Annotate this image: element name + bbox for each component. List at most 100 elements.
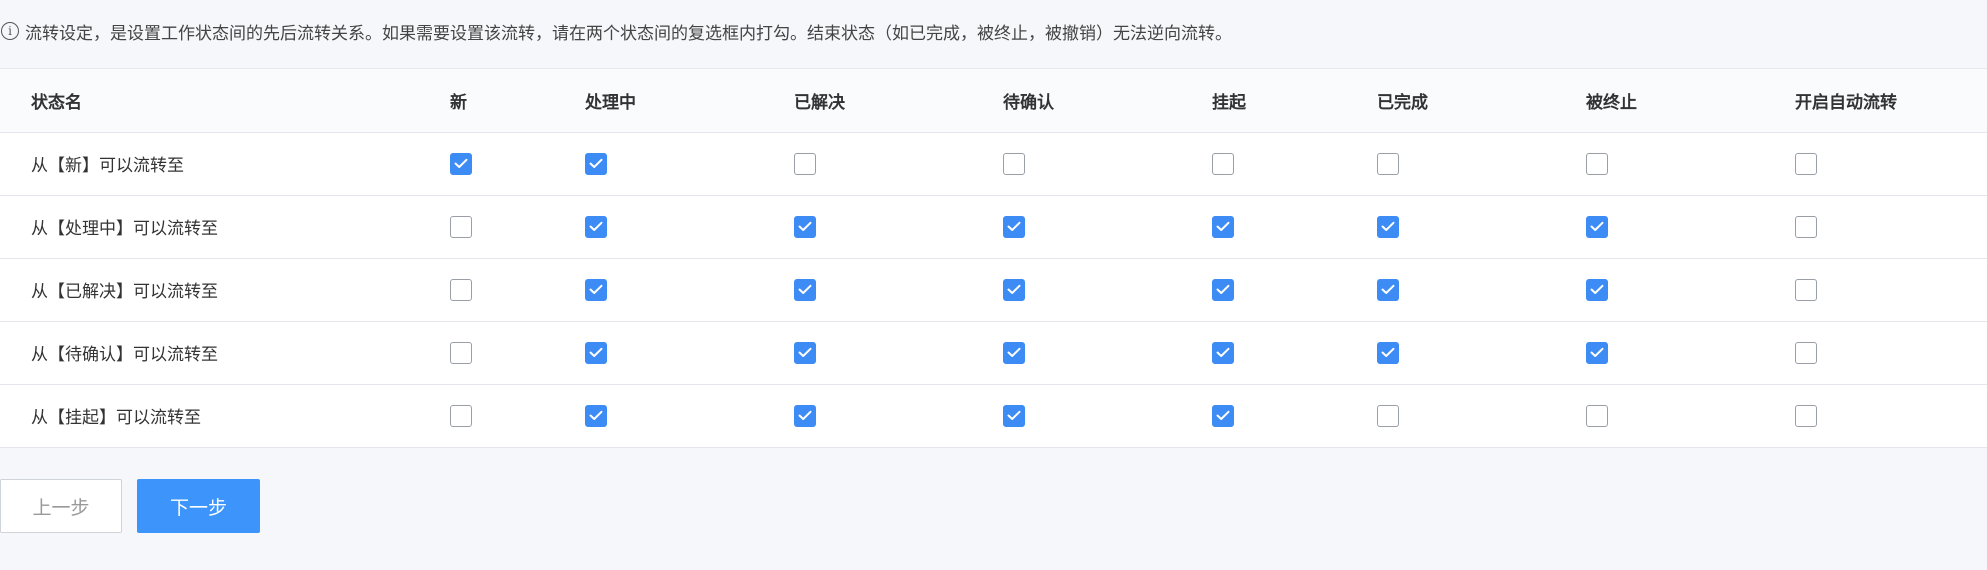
transition-checkbox[interactable] bbox=[1212, 341, 1234, 364]
next-step-button[interactable]: 下一步 bbox=[137, 479, 260, 533]
transition-checkbox[interactable] bbox=[450, 215, 472, 238]
transition-checkbox[interactable] bbox=[1003, 404, 1025, 427]
checkbox-cell bbox=[1212, 384, 1377, 448]
transition-checkbox[interactable] bbox=[1212, 278, 1234, 301]
transition-checkbox[interactable] bbox=[794, 152, 816, 175]
header-resolved: 已解决 bbox=[794, 69, 1003, 133]
row-label-text: 从【待确认】可以流转至 bbox=[31, 345, 218, 365]
flow-setting-notice: i 流转设定，是设置工作状态间的先后流转关系。如果需要设置该流转，请在两个状态间… bbox=[0, 20, 1232, 44]
checkbox-cell bbox=[1586, 132, 1795, 196]
transition-checkbox[interactable] bbox=[1377, 341, 1399, 364]
transition-checkbox[interactable] bbox=[1795, 404, 1817, 427]
transition-checkbox[interactable] bbox=[1003, 278, 1025, 301]
checkmark-icon bbox=[1381, 347, 1395, 357]
transition-checkbox[interactable] bbox=[1377, 404, 1399, 427]
checkmark-icon bbox=[798, 221, 812, 231]
table-row: 从【挂起】可以流转至 bbox=[0, 384, 1987, 448]
transition-checkbox[interactable] bbox=[1212, 215, 1234, 238]
transition-checkbox[interactable] bbox=[585, 152, 607, 175]
transition-checkbox[interactable] bbox=[1377, 152, 1399, 175]
transition-checkbox[interactable] bbox=[1586, 278, 1608, 301]
row-label-text: 从【已解决】可以流转至 bbox=[31, 282, 218, 302]
row-label: 从【待确认】可以流转至 bbox=[0, 321, 450, 385]
transition-checkbox[interactable] bbox=[1212, 152, 1234, 175]
checkmark-icon bbox=[1381, 221, 1395, 231]
checkbox-cell bbox=[1586, 384, 1795, 448]
checkmark-icon bbox=[798, 410, 812, 420]
transition-checkbox[interactable] bbox=[585, 215, 607, 238]
table-row: 从【新】可以流转至 bbox=[0, 132, 1987, 196]
checkmark-icon bbox=[798, 347, 812, 357]
transition-checkbox[interactable] bbox=[1586, 404, 1608, 427]
transition-checkbox[interactable] bbox=[794, 404, 816, 427]
checkbox-cell bbox=[1795, 258, 1987, 322]
transition-checkbox[interactable] bbox=[450, 341, 472, 364]
checkbox-cell bbox=[1586, 321, 1795, 385]
transition-checkbox[interactable] bbox=[1377, 278, 1399, 301]
checkbox-cell bbox=[585, 258, 794, 322]
transition-checkbox[interactable] bbox=[1003, 341, 1025, 364]
transition-checkbox[interactable] bbox=[1795, 215, 1817, 238]
checkbox-cell bbox=[585, 132, 794, 196]
checkbox-cell bbox=[1377, 384, 1586, 448]
notice-text: 流转设定，是设置工作状态间的先后流转关系。如果需要设置该流转，请在两个状态间的复… bbox=[25, 23, 1232, 44]
transition-checkbox[interactable] bbox=[585, 404, 607, 427]
checkbox-cell bbox=[450, 132, 585, 196]
transition-checkbox[interactable] bbox=[585, 341, 607, 364]
checkbox-cell bbox=[1377, 132, 1586, 196]
checkmark-icon bbox=[798, 284, 812, 294]
checkbox-cell bbox=[1795, 321, 1987, 385]
checkmark-icon bbox=[589, 221, 603, 231]
transition-checkbox[interactable] bbox=[794, 215, 816, 238]
checkbox-cell bbox=[450, 384, 585, 448]
transition-checkbox[interactable] bbox=[585, 278, 607, 301]
checkbox-cell bbox=[794, 258, 1003, 322]
checkbox-cell bbox=[1586, 258, 1795, 322]
transition-checkbox[interactable] bbox=[450, 404, 472, 427]
checkmark-icon bbox=[1007, 284, 1021, 294]
checkbox-cell bbox=[1212, 258, 1377, 322]
checkmark-icon bbox=[1216, 347, 1230, 357]
transition-checkbox[interactable] bbox=[794, 341, 816, 364]
transition-checkbox[interactable] bbox=[1212, 404, 1234, 427]
checkbox-cell bbox=[1377, 258, 1586, 322]
checkmark-icon bbox=[1216, 284, 1230, 294]
checkmark-icon bbox=[589, 347, 603, 357]
checkmark-icon bbox=[589, 410, 603, 420]
checkbox-cell bbox=[450, 321, 585, 385]
transition-checkbox[interactable] bbox=[1003, 152, 1025, 175]
transition-checkbox[interactable] bbox=[1795, 278, 1817, 301]
transition-checkbox[interactable] bbox=[1795, 341, 1817, 364]
checkbox-cell bbox=[585, 195, 794, 259]
transition-checkbox[interactable] bbox=[450, 152, 472, 175]
checkbox-cell bbox=[1795, 384, 1987, 448]
checkbox-cell bbox=[1212, 195, 1377, 259]
header-auto-transition: 开启自动流转 bbox=[1795, 69, 1987, 133]
transition-checkbox[interactable] bbox=[1586, 341, 1608, 364]
checkmark-icon bbox=[1216, 221, 1230, 231]
checkbox-cell bbox=[1377, 195, 1586, 259]
transition-checkbox[interactable] bbox=[1795, 152, 1817, 175]
transition-checkbox[interactable] bbox=[794, 278, 816, 301]
checkmark-icon bbox=[1007, 347, 1021, 357]
transition-table-container: 状态名 新 处理中 已解决 待确认 挂起 已完成 被终止 开启自动流转 从【新】… bbox=[0, 68, 1987, 448]
checkbox-cell bbox=[1003, 321, 1212, 385]
table-header-row: 状态名 新 处理中 已解决 待确认 挂起 已完成 被终止 开启自动流转 bbox=[0, 69, 1987, 133]
transition-checkbox[interactable] bbox=[1586, 152, 1608, 175]
transition-checkbox[interactable] bbox=[1003, 215, 1025, 238]
checkmark-icon bbox=[589, 284, 603, 294]
checkmark-icon bbox=[1007, 410, 1021, 420]
checkbox-cell bbox=[1003, 132, 1212, 196]
checkmark-icon bbox=[454, 158, 468, 168]
checkbox-cell bbox=[794, 195, 1003, 259]
info-icon: i bbox=[1, 22, 19, 40]
prev-step-button[interactable]: 上一步 bbox=[0, 479, 122, 533]
transition-checkbox[interactable] bbox=[1377, 215, 1399, 238]
transition-checkbox[interactable] bbox=[450, 278, 472, 301]
transition-table: 状态名 新 处理中 已解决 待确认 挂起 已完成 被终止 开启自动流转 从【新】… bbox=[0, 69, 1987, 448]
row-label-text: 从【新】可以流转至 bbox=[31, 156, 184, 176]
row-label: 从【已解决】可以流转至 bbox=[0, 258, 450, 322]
checkbox-cell bbox=[794, 321, 1003, 385]
transition-checkbox[interactable] bbox=[1586, 215, 1608, 238]
checkbox-cell bbox=[1795, 195, 1987, 259]
